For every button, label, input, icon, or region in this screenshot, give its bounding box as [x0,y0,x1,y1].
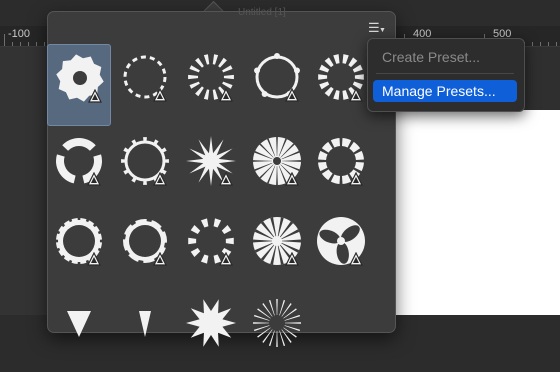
ruler-tick [36,42,37,46]
preset-cell[interactable] [179,44,243,126]
ruler-tick [12,42,13,46]
preset-cell[interactable] [47,44,111,126]
preset-cell[interactable] [309,44,373,126]
preset-menu-button[interactable]: ☰ ▼ [368,20,388,36]
preset-cell[interactable] [309,128,373,210]
ruler-tick [4,34,5,46]
warning-triangle-icon [285,88,299,102]
ruler-tick [532,42,533,46]
fan-icon [67,311,91,337]
ruler-tick [556,42,557,46]
chevron-down-icon: ▼ [379,27,386,34]
warning-triangle-icon [153,172,167,186]
warning-triangle-icon [285,252,299,266]
preset-cell[interactable] [47,208,111,290]
manage-presets-menu-item[interactable]: Manage Presets... [373,80,517,102]
warning-triangle-icon [219,252,233,266]
ruler-tick [20,42,21,46]
preset-cell[interactable] [179,290,243,372]
preset-cell[interactable] [113,290,177,372]
create-preset-menu-item[interactable]: Create Preset... [373,46,517,68]
warning-triangle-icon [219,172,233,186]
warning-triangle-icon [285,172,299,186]
preset-cell[interactable] [47,290,111,372]
preset-cell[interactable] [47,128,111,210]
ruler-tick [28,42,29,46]
preset-cell[interactable] [245,290,309,372]
ruler-tick [540,42,541,46]
ruler-label: -100 [8,28,31,40]
left-canvas-area [0,47,48,315]
preset-cell[interactable] [309,208,373,290]
warning-triangle-icon [219,88,233,102]
warning-triangle-icon [153,252,167,266]
preset-cell[interactable] [179,208,243,290]
burst-icon [186,299,236,347]
warning-triangle-icon [88,89,102,103]
warning-triangle-icon [349,252,363,266]
warning-triangle-icon [87,252,101,266]
document-canvas[interactable] [394,110,560,315]
preset-dropdown-menu: Create Preset... Manage Presets... [367,38,525,112]
rays-icon [253,299,301,347]
ruler-tick [44,42,45,46]
warning-triangle-icon [87,172,101,186]
funnel-icon [139,311,151,337]
warning-triangle-icon [153,88,167,102]
preset-cell[interactable] [245,128,309,210]
list-menu-icon: ☰ [368,20,380,35]
preset-cell[interactable] [113,44,177,126]
preset-cell[interactable] [179,128,243,210]
menu-separator [376,73,514,74]
preset-cell[interactable] [113,128,177,210]
preset-cell[interactable] [113,208,177,290]
ruler-tick [548,42,549,46]
warning-triangle-icon [349,88,363,102]
preset-cell[interactable] [245,44,309,126]
popover-title: Untitled [1] [238,7,286,18]
preset-cell[interactable] [245,208,309,290]
warning-triangle-icon [349,172,363,186]
